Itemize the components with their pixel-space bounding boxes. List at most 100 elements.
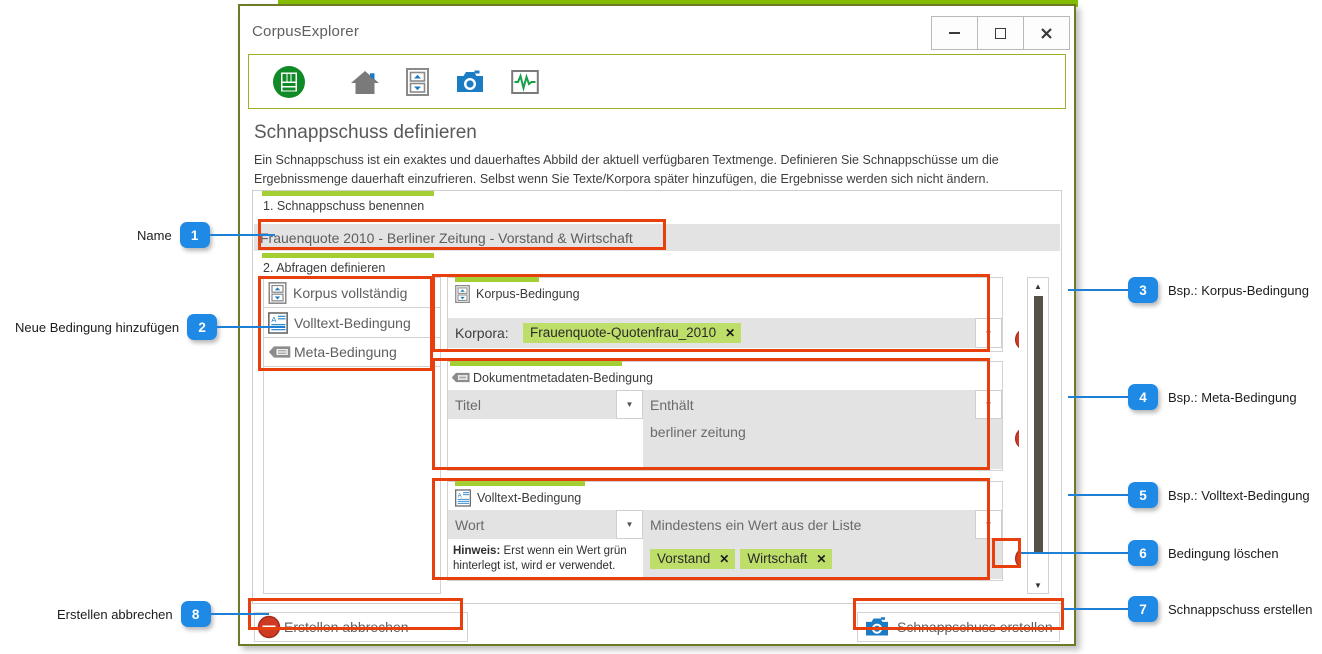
meta-bedingung-panel: Dokumentmetadaten-Bedingung Titel ▼ Enth…: [447, 361, 1003, 471]
archive-cabinet-icon[interactable]: [406, 67, 429, 96]
page-content: Schnappschuss definieren Ein Schnappschu…: [240, 110, 1074, 644]
volltext-values-row: Hinweis: Erst wenn ein Wert grün hinterl…: [448, 539, 1002, 579]
meta-value-input[interactable]: berliner zeitung: [643, 419, 1002, 469]
panel-accent-bar: [455, 277, 539, 282]
panel-header: A Volltext-Bedingung: [448, 481, 1002, 510]
camera-snapshot-icon[interactable]: [455, 69, 485, 95]
volltext-field-dropdown-button[interactable]: ▼: [616, 510, 643, 539]
volltext-operator-dropdown-button[interactable]: ▼: [975, 510, 1002, 539]
meta-operator-dropdown-button[interactable]: ▼: [975, 390, 1002, 419]
volltext-field-value: Wort: [455, 516, 485, 533]
page-title: Schnappschuss definieren: [254, 122, 477, 143]
cancel-create-button[interactable]: Erstellen abbrechen: [254, 612, 468, 642]
meta-field-dropdown-button[interactable]: ▼: [616, 390, 643, 419]
panel-title: Volltext-Bedingung: [477, 490, 582, 505]
home-icon[interactable]: [350, 68, 380, 96]
volltext-tag-remove-icon[interactable]: ✕: [816, 552, 826, 566]
minimize-button[interactable]: [931, 16, 978, 50]
meta-tag-icon: [451, 372, 470, 382]
korpora-tag-area[interactable]: Frauenquote-Quotenfrau_2010 ✕: [516, 318, 975, 348]
meta-value-text: berliner zeitung: [650, 424, 746, 440]
panel-accent-bar: [455, 481, 585, 486]
add-meta-bedingung-button[interactable]: Meta-Bedingung: [263, 337, 441, 367]
remove-korpus-bedingung-button[interactable]: [1015, 328, 1019, 351]
volltext-tag-area[interactable]: Vorstand ✕ Wirtschaft ✕: [643, 539, 1002, 579]
create-snapshot-button[interactable]: Schnappschuss erstellen: [857, 612, 1060, 642]
volltext-tag[interactable]: Wirtschaft ✕: [740, 549, 833, 569]
volltext-tag-remove-icon[interactable]: ✕: [719, 552, 729, 566]
cancel-create-label: Erstellen abbrechen: [284, 619, 409, 635]
callout-5-badge: 5: [1128, 482, 1158, 508]
volltext-selectors-row: Wort ▼ Mindestens ein Wert aus der Liste…: [448, 510, 1002, 539]
korpus-tag[interactable]: Frauenquote-Quotenfrau_2010 ✕: [523, 323, 742, 343]
step2-label: 2. Abfragen definieren: [263, 261, 386, 275]
condition-type-label: Meta-Bedingung: [294, 344, 397, 360]
volltext-operator-value: Mindestens ein Wert aus der Liste: [650, 516, 862, 533]
snapshot-name-input[interactable]: Frauenquote 2010 - Berliner Zeitung - Vo…: [254, 224, 1060, 251]
chevron-down-icon: ▼: [984, 400, 993, 409]
step1-label: 1. Schnappschuss benennen: [263, 199, 425, 213]
korpora-label: Korpora:: [455, 325, 509, 341]
callout-4-badge: 4: [1128, 384, 1158, 410]
corpusexplorer-logo-icon[interactable]: [272, 65, 306, 99]
condition-type-label: Korpus vollständig: [293, 284, 408, 301]
meta-field-select[interactable]: Titel: [448, 390, 616, 419]
caret-down-icon: ▼: [1034, 580, 1042, 590]
panel-accent-bar: [450, 361, 622, 366]
maximize-button[interactable]: [977, 16, 1024, 50]
scrollbar-track[interactable]: [1028, 294, 1048, 577]
panel-title: Korpus-Bedingung: [476, 286, 580, 301]
callout-4-label: Bsp.: Meta-Bedingung: [1168, 389, 1297, 405]
callout-3: 3 Bsp.: Korpus-Bedingung: [1068, 277, 1309, 303]
callout-5: 5 Bsp.: Volltext-Bedingung: [1068, 482, 1310, 508]
korpus-tag-remove-icon[interactable]: ✕: [725, 326, 735, 340]
window-controls: [931, 16, 1070, 50]
meta-value-row: berliner zeitung: [448, 419, 1002, 469]
close-button[interactable]: [1023, 16, 1070, 50]
volltext-operator-select[interactable]: Mindestens ein Wert aus der Liste: [643, 510, 975, 539]
archive-cabinet-icon: [455, 284, 470, 303]
add-volltext-bedingung-button[interactable]: A Volltext-Bedingung: [263, 307, 441, 337]
remove-volltext-bedingung-button[interactable]: [1015, 547, 1019, 570]
step1-accent-bar: [262, 191, 434, 196]
meta-operator-select[interactable]: Enthält: [643, 390, 975, 419]
scrollbar-thumb[interactable]: [1034, 296, 1043, 552]
callout-6-leader: [1021, 552, 1128, 554]
scrollbar-up-button[interactable]: ▲: [1028, 278, 1048, 294]
callout-3-label: Bsp.: Korpus-Bedingung: [1168, 282, 1309, 298]
maximize-icon: [995, 27, 1006, 39]
callout-6-badge: 6: [1128, 540, 1158, 566]
remove-meta-bedingung-button[interactable]: [1015, 427, 1019, 450]
create-snapshot-label: Schnappschuss erstellen: [897, 619, 1053, 635]
screenshot-root: CorpusExplorer Schnappschuss definieren …: [0, 0, 1322, 654]
meta-selectors-row: Titel ▼ Enthält ▼: [448, 390, 1002, 419]
chevron-down-icon: ▼: [984, 520, 993, 529]
volltext-tag[interactable]: Vorstand ✕: [650, 549, 736, 569]
minimize-icon: [949, 32, 960, 34]
callout-8-badge: 8: [180, 601, 211, 627]
korpora-dropdown-button[interactable]: ▼: [975, 318, 1002, 348]
definition-groupbox: 1. Schnappschuss benennen Frauenquote 20…: [252, 190, 1062, 604]
analytics-chart-icon[interactable]: [511, 69, 539, 95]
caret-up-icon: ▲: [1034, 281, 1042, 291]
callout-1: Name 1: [137, 222, 275, 248]
callout-2: Neue Bedingung hinzufügen 2: [15, 314, 286, 340]
meta-field-value: Titel: [455, 396, 481, 413]
volltext-hint: Hinweis: Erst wenn ein Wert grün hinterl…: [448, 539, 643, 579]
callout-4-leader: [1068, 396, 1128, 398]
callout-3-leader: [1068, 289, 1128, 291]
volltext-tag-label: Wirtschaft: [747, 551, 808, 566]
korpora-row: Korpora: Frauenquote-Quotenfrau_2010 ✕ ▼: [448, 318, 1002, 348]
volltext-tag-label: Vorstand: [657, 551, 711, 566]
meta-tag-icon: [268, 346, 291, 358]
callout-3-badge: 3: [1128, 277, 1158, 303]
scrollbar-down-button[interactable]: ▼: [1028, 577, 1048, 593]
callout-6-label: Bedingung löschen: [1168, 545, 1279, 561]
add-korpus-vollstaendig-button[interactable]: Korpus vollständig: [263, 277, 441, 307]
callout-5-label: Bsp.: Volltext-Bedingung: [1168, 487, 1310, 503]
title-bar: CorpusExplorer: [240, 6, 1074, 58]
panel-title: Dokumentmetadaten-Bedingung: [473, 370, 653, 385]
volltext-field-select[interactable]: Wort: [448, 510, 616, 539]
callout-1-label: Name: [137, 227, 172, 243]
callout-7-label: Schnappschuss erstellen: [1168, 601, 1313, 617]
